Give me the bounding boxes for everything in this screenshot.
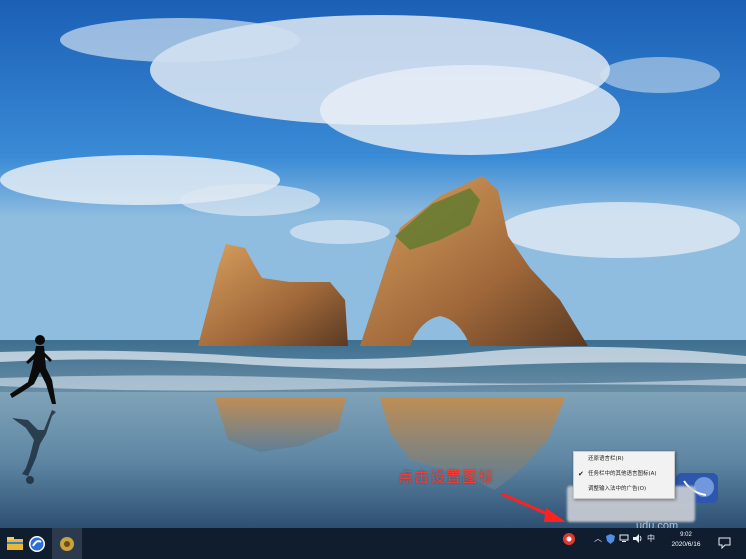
wallpaper-image <box>0 0 746 528</box>
clock[interactable]: 9:02 2020/6/16 <box>662 530 710 557</box>
language-bar-context-menu: 还原语言栏(R) ✔ 任务栏中的其他语言图标(A) 调整输入法中的广告(O) <box>573 451 675 499</box>
check-icon: ✔ <box>578 470 584 478</box>
input-method-tray-icon[interactable] <box>562 532 576 546</box>
desktop-wallpaper <box>0 0 746 528</box>
system-tray: ︿ 中 <box>594 533 655 544</box>
sogou-browser-button[interactable] <box>22 528 52 559</box>
red-arrow-icon <box>501 492 566 522</box>
menu-item-restore-language-bar[interactable]: 还原语言栏(R) <box>574 453 674 466</box>
input-language-indicator[interactable]: 中 <box>647 533 655 544</box>
sogou-browser-icon <box>29 535 45 552</box>
taskbar: ︿ 中 9:02 2020/6/16 <box>0 528 746 559</box>
clock-date: 2020/6/16 <box>671 541 701 548</box>
app-icon <box>60 536 74 551</box>
file-explorer-icon <box>7 536 23 550</box>
menu-item-other-language-icons[interactable]: ✔ 任务栏中的其他语言图标(A) <box>574 468 674 481</box>
clock-time: 9:02 <box>680 532 692 538</box>
instruction-annotation: 点击设置图标 <box>398 468 495 486</box>
chevron-up-icon[interactable]: ︿ <box>594 533 602 544</box>
volume-icon[interactable] <box>633 534 643 543</box>
pinned-app-button[interactable] <box>52 528 82 559</box>
menu-item-adjust-ime-ads[interactable]: 调整输入法中的广告(O) <box>574 483 674 496</box>
notification-center-icon[interactable] <box>718 537 731 549</box>
shield-icon[interactable] <box>606 533 615 544</box>
network-icon[interactable] <box>619 534 629 543</box>
